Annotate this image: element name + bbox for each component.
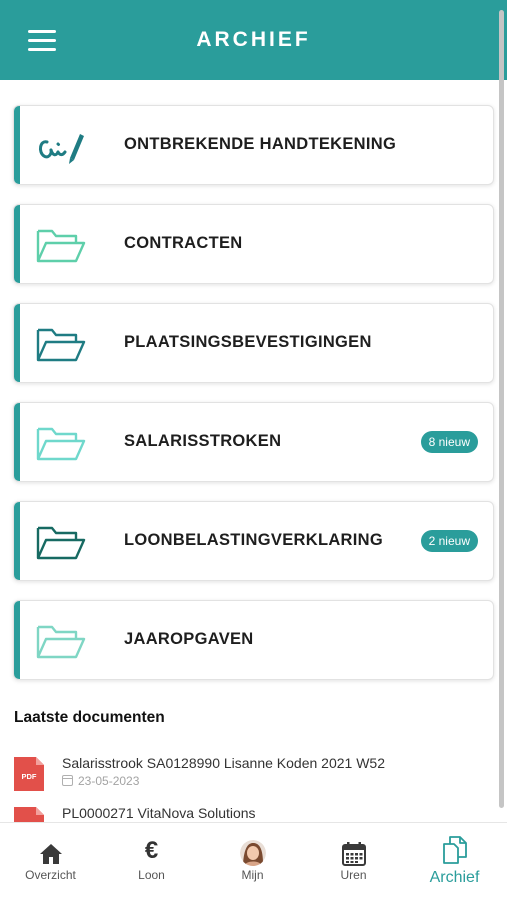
card-payroll-tax-statement[interactable]: LOONBELASTINGVERKLARING 2 nieuw	[13, 501, 494, 581]
card-label: JAAROPGAVEN	[124, 630, 254, 648]
card-payslips[interactable]: SALARISSTROKEN 8 nieuw	[13, 402, 494, 482]
signature-icon	[38, 134, 84, 164]
home-icon	[39, 844, 62, 864]
card-label: PLAATSINGSBEVESTIGINGEN	[124, 333, 372, 351]
bottom-navigation: Overzicht € Loon Mijn Uren Archief	[0, 822, 507, 900]
nav-label: Overzicht	[25, 868, 76, 882]
card-label: SALARISSTROKEN	[124, 432, 282, 450]
nav-archive[interactable]: Archief	[404, 823, 505, 900]
page-title: ARCHIEF	[196, 28, 311, 51]
nav-overview[interactable]: Overzicht	[0, 823, 101, 900]
folder-icon	[36, 229, 86, 263]
card-label: LOONBELASTINGVERKLARING	[124, 531, 383, 549]
nav-label: Mijn	[241, 868, 264, 882]
new-count-badge: 8 nieuw	[420, 431, 478, 453]
scrollbar[interactable]	[499, 10, 504, 808]
card-accent	[14, 205, 20, 283]
card-accent	[14, 601, 20, 679]
nav-hours[interactable]: Uren	[303, 823, 404, 900]
nav-salary[interactable]: € Loon	[101, 823, 202, 900]
nav-label: Uren	[340, 868, 367, 882]
document-item[interactable]: PDF Salarisstrook SA0128990 Lisanne Kode…	[14, 755, 484, 801]
card-accent	[14, 502, 20, 580]
folder-icon	[36, 328, 86, 362]
avatar	[239, 840, 266, 866]
svg-text:PDF: PDF	[22, 772, 37, 781]
app-header: ARCHIEF	[0, 0, 507, 80]
nav-my[interactable]: Mijn	[202, 823, 303, 900]
document-date-text: 23-05-2023	[78, 774, 140, 788]
document-date: 23-05-2023	[62, 774, 139, 788]
card-accent	[14, 403, 20, 481]
document-title: PL0000271 VitaNova Solutions	[62, 805, 256, 821]
card-missing-signature[interactable]: ONTBREKENDE HANDTEKENING	[13, 105, 494, 185]
document-title: Salarisstrook SA0128990 Lisanne Koden 20…	[62, 755, 385, 771]
card-label: ONTBREKENDE HANDTEKENING	[124, 135, 397, 153]
document-item[interactable]: PL0000271 VitaNova Solutions	[14, 805, 484, 822]
card-contracts[interactable]: CONTRACTEN	[13, 204, 494, 284]
documents-icon	[442, 836, 467, 864]
new-count-badge: 2 nieuw	[420, 530, 478, 552]
folder-icon	[36, 526, 86, 560]
calendar-icon	[62, 775, 73, 786]
euro-icon: €	[144, 837, 159, 864]
folder-icon	[36, 427, 86, 461]
calendar-icon	[341, 842, 366, 866]
recent-documents-heading: Laatste documenten	[14, 709, 165, 726]
card-accent	[14, 304, 20, 382]
nav-label: Archief	[429, 869, 480, 886]
card-label: CONTRACTEN	[124, 234, 243, 252]
card-annual-statements[interactable]: JAAROPGAVEN	[13, 600, 494, 680]
pdf-icon	[14, 807, 44, 822]
card-accent	[14, 106, 20, 184]
nav-label: Loon	[138, 868, 165, 882]
folder-icon	[36, 625, 86, 659]
card-placement-confirmations[interactable]: PLAATSINGSBEVESTIGINGEN	[13, 303, 494, 383]
pdf-icon: PDF	[14, 757, 44, 791]
